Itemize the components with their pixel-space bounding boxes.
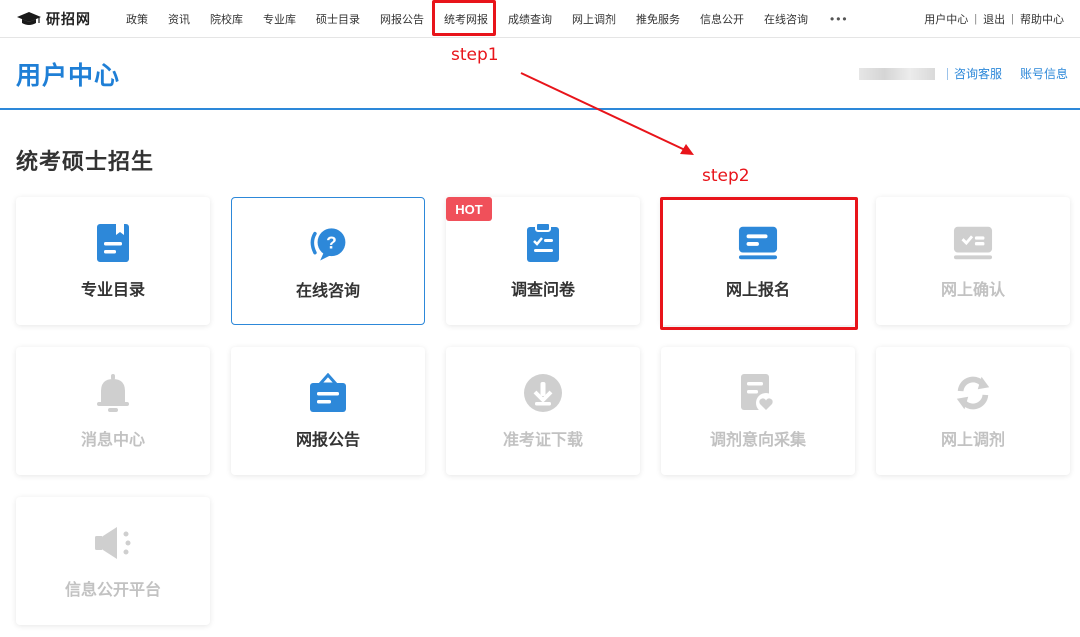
- step2-label: step2: [702, 166, 750, 186]
- step-arrow: [520, 72, 694, 155]
- step2-highlight-box: [660, 197, 858, 330]
